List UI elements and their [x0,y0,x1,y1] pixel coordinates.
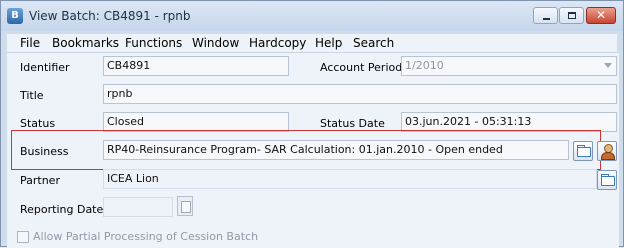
calendar-button[interactable] [177,196,193,216]
close-icon: ✕ [595,8,607,22]
allow-partial-processing-checkbox[interactable] [17,231,29,243]
window-title: View Batch: CB4891 - rpnb [29,9,191,23]
menu-help[interactable]: Help [315,36,342,50]
calendar-icon [181,201,191,213]
status-date-field[interactable]: 03.jun.2021 - 05:31:13 [401,112,617,132]
business-field[interactable]: RP40-Reinsurance Program- SAR Calculatio… [103,140,569,160]
maximize-button[interactable] [559,7,584,24]
title-label: Title [20,89,44,102]
allow-partial-processing-label: Allow Partial Processing of Cession Batc… [33,230,259,243]
minimize-icon [543,18,550,20]
partner-field[interactable]: ICEA Lion [103,169,597,189]
reporting-date-field[interactable] [103,197,173,217]
title-field[interactable]: rpnb [103,84,617,104]
status-field[interactable]: Closed [103,112,289,132]
identifier-field[interactable]: CB4891 [103,56,289,76]
app-icon: B [7,8,23,24]
menu-functions[interactable]: Functions [125,36,182,50]
title-bar[interactable]: B View Batch: CB4891 - rpnb ✕ [1,1,623,31]
identifier-label: Identifier [20,61,70,74]
maximize-icon [568,12,576,19]
partner-browse-button[interactable] [597,170,617,190]
status-label: Status [20,117,56,130]
account-period-value: 1/2010 [405,59,444,72]
partner-label: Partner [20,174,60,187]
batch-form: Identifier CB4891 Account Period 1/2010 … [7,53,619,248]
business-label: Business [20,145,69,158]
business-browse-button[interactable] [573,141,593,161]
business-owner-button[interactable] [597,141,617,161]
menu-window[interactable]: Window [192,36,239,50]
menu-bar: File Bookmarks Functions Window Hardcopy… [7,34,617,53]
menu-file[interactable]: File [20,36,40,50]
account-period-select[interactable]: 1/2010 [401,56,617,76]
account-period-label: Account Period [320,61,403,74]
menu-search[interactable]: Search [353,36,394,50]
menu-bookmarks[interactable]: Bookmarks [52,36,119,50]
reporting-date-label: Reporting Date [20,203,104,216]
chevron-down-icon [604,63,612,68]
status-date-label: Status Date [320,117,385,130]
close-button[interactable]: ✕ [586,7,616,24]
minimize-button[interactable] [533,7,558,24]
view-batch-window: B View Batch: CB4891 - rpnb ✕ File Bookm… [0,0,624,248]
menu-hardcopy[interactable]: Hardcopy [249,36,306,50]
